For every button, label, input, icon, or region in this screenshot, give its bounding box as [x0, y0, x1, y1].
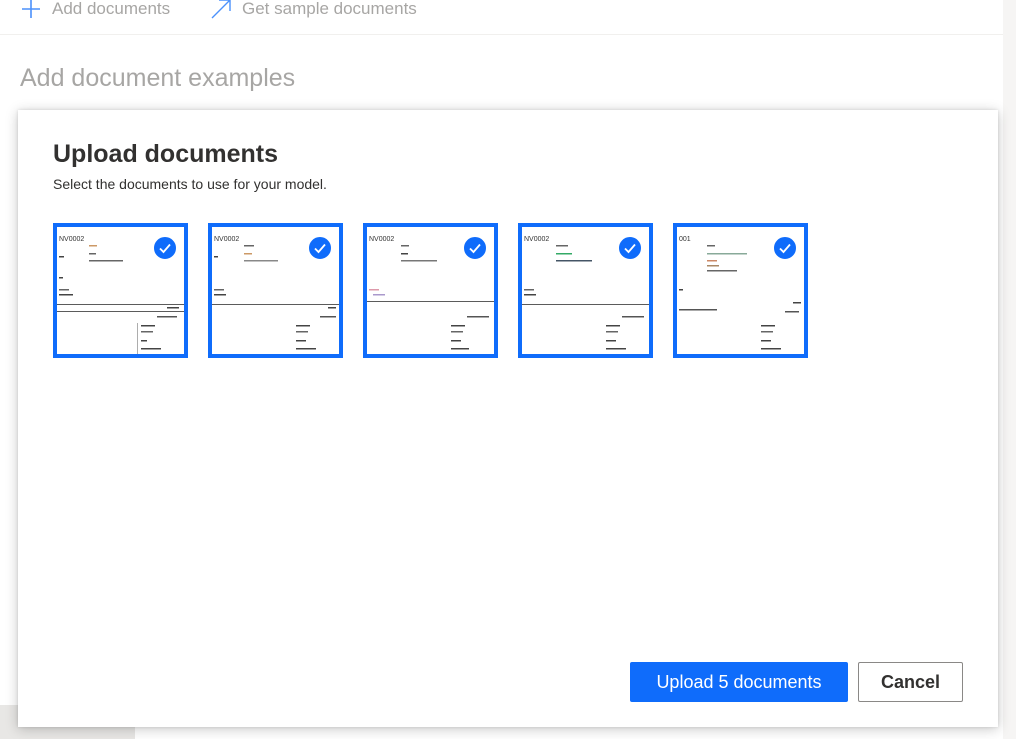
document-thumbnail-list: NV0002 NV0002 NV0002 NV0002 001	[53, 223, 808, 358]
document-header: NV0002	[214, 236, 239, 243]
cancel-button[interactable]: Cancel	[858, 662, 963, 702]
upload-documents-button[interactable]: Upload 5 documents	[630, 662, 848, 702]
checkmark-icon[interactable]	[152, 235, 178, 261]
document-header: NV0002	[369, 236, 394, 243]
checkmark-icon[interactable]	[772, 235, 798, 261]
document-header: NV0002	[524, 236, 549, 243]
document-thumbnail[interactable]: 001	[673, 223, 808, 358]
dialog-subtitle: Select the documents to use for your mod…	[53, 176, 327, 192]
document-header: NV0002	[59, 236, 84, 243]
document-header: 001	[679, 236, 691, 243]
document-thumbnail[interactable]: NV0002	[53, 223, 188, 358]
dialog-title: Upload documents	[53, 140, 279, 168]
checkmark-icon[interactable]	[307, 235, 333, 261]
checkmark-icon[interactable]	[617, 235, 643, 261]
document-thumbnail[interactable]: NV0002	[518, 223, 653, 358]
checkmark-icon[interactable]	[462, 235, 488, 261]
document-thumbnail[interactable]: NV0002	[208, 223, 343, 358]
upload-documents-dialog: Upload documents Select the documents to…	[18, 110, 998, 727]
document-thumbnail[interactable]: NV0002	[363, 223, 498, 358]
